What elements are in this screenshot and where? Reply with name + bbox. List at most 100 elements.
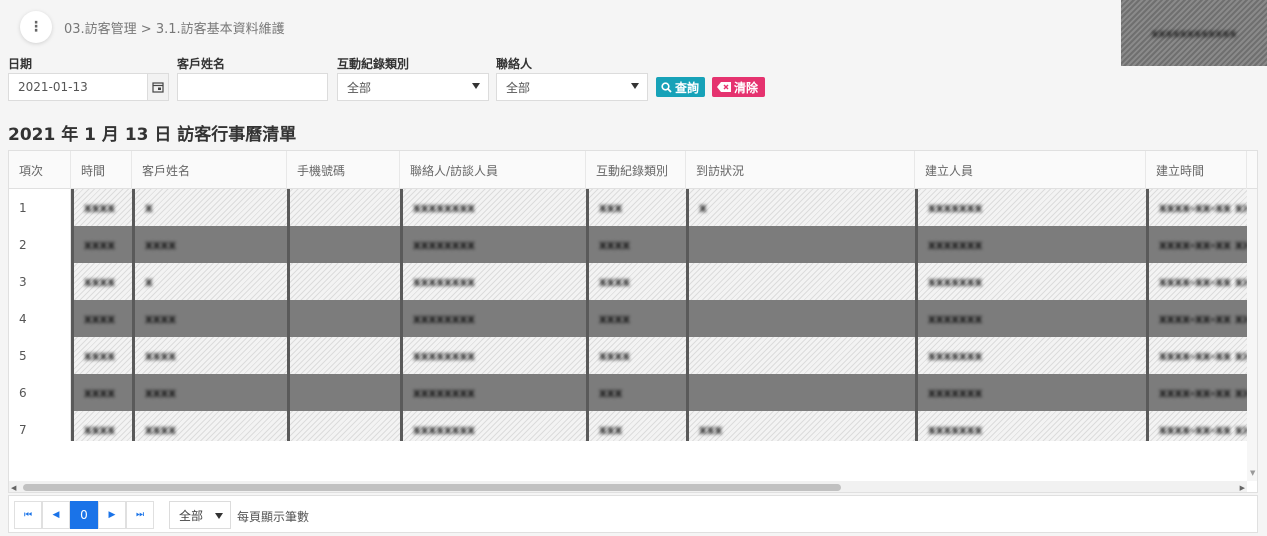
search-icon xyxy=(661,81,672,93)
cell-status: x xyxy=(686,189,915,226)
cell-phone xyxy=(287,263,400,300)
cell-created: xxxx-xx-xx xxx xyxy=(1146,226,1247,263)
cell-name: xxxx xyxy=(132,337,287,374)
col-header-time[interactable]: 時間 xyxy=(71,151,132,189)
cell-contact: xxxxxxxx xyxy=(400,337,586,374)
cell-created-value: xxxx-xx-xx xxx xyxy=(1159,422,1247,437)
scroll-left-icon[interactable]: ◀ xyxy=(11,484,16,492)
cell-status-value: x xyxy=(699,200,707,215)
cell-contact-value: xxxxxxxx xyxy=(413,422,475,437)
first-page-icon[interactable]: ⏮ xyxy=(14,501,42,529)
clear-button[interactable]: 清除 xyxy=(712,77,765,97)
row-index: 4 xyxy=(9,300,71,337)
page-number-current[interactable]: 0 xyxy=(70,501,98,529)
col-header-index[interactable]: 項次 xyxy=(9,151,71,189)
cell-type: xxxx xyxy=(586,226,686,263)
table-row[interactable]: 3xxxxxxxxxxxxxxxxxxxxxxxxxxxx-xx-xx xxx xyxy=(9,263,1247,300)
cell-name-value: xxxx xyxy=(145,348,176,363)
cell-type-value: xxxx xyxy=(599,274,630,289)
horizontal-scroll-thumb[interactable] xyxy=(23,484,841,491)
cell-time-value: xxxx xyxy=(84,311,115,326)
table-row[interactable]: 1xxxxxxxxxxxxxxxxxxxxxxxxxxxx-xx-xx xxx xyxy=(9,189,1247,226)
cell-contact-value: xxxxxxxx xyxy=(413,311,475,326)
search-button[interactable]: 查詢 xyxy=(656,77,705,97)
prev-page-icon[interactable]: ◀ xyxy=(42,501,70,529)
horizontal-scrollbar[interactable]: ◀ ▶ xyxy=(9,481,1247,492)
table-row[interactable]: 6xxxxxxxxxxxxxxxxxxxxxxxxxxxxxx-xx-xx xx… xyxy=(9,374,1247,411)
cell-type-value: xxxx xyxy=(599,237,630,252)
more-vertical-icon[interactable]: ⋮ xyxy=(20,11,52,43)
row-index: 2 xyxy=(9,226,71,263)
vertical-scrollbar[interactable]: ▼ xyxy=(1247,189,1257,481)
cell-type: xxx xyxy=(586,374,686,411)
cell-name-value: x xyxy=(145,200,153,215)
cell-name: x xyxy=(132,263,287,300)
last-page-icon[interactable]: ⏭ xyxy=(126,501,154,529)
date-input[interactable]: 2021-01-13 xyxy=(8,73,148,101)
cell-contact-value: xxxxxxxx xyxy=(413,237,475,252)
page-size-label: 每頁顯示筆數 xyxy=(237,510,310,524)
cell-phone xyxy=(287,189,400,226)
interaction-type-select[interactable]: 全部 xyxy=(337,73,489,101)
col-header-created[interactable]: 建立時間 xyxy=(1146,151,1247,189)
scroll-down-icon[interactable]: ▼ xyxy=(1250,469,1255,477)
cell-name-value: xxxx xyxy=(145,385,176,400)
cell-contact: xxxxxxxx xyxy=(400,300,586,337)
cell-time-value: xxxx xyxy=(84,385,115,400)
row-index: 1 xyxy=(9,189,71,226)
cell-contact-value: xxxxxxxx xyxy=(413,274,475,289)
cell-status xyxy=(686,263,915,300)
user-name: xxxxxxxxxxxx xyxy=(1151,26,1237,40)
backspace-icon xyxy=(717,82,731,92)
scroll-right-icon[interactable]: ▶ xyxy=(1240,484,1245,492)
cell-created: xxxx-xx-xx xxx xyxy=(1146,374,1247,411)
row-index: 3 xyxy=(9,263,71,300)
contact-value: 全部 xyxy=(506,80,531,95)
page-size-value: 全部 xyxy=(179,508,204,523)
col-header-type[interactable]: 互動紀錄類別 xyxy=(586,151,686,189)
cell-created-value: xxxx-xx-xx xxx xyxy=(1159,385,1247,400)
cell-time-value: xxxx xyxy=(84,200,115,215)
cell-time: xxxx xyxy=(71,300,132,337)
customer-name-input[interactable] xyxy=(177,73,328,101)
cell-type-value: xxx xyxy=(599,422,623,437)
cell-name: xxxx xyxy=(132,300,287,337)
visit-calendar-grid: 項次 時間 客戶姓名 手機號碼 聯絡人/訪談人員 互動紀錄類別 到訪狀況 建立人… xyxy=(8,150,1258,493)
col-header-creator[interactable]: 建立人員 xyxy=(915,151,1146,189)
breadcrumb: 03.訪客管理 > 3.1.訪客基本資料維護 xyxy=(64,22,285,37)
calendar-icon[interactable] xyxy=(147,73,169,101)
cell-creator: xxxxxxx xyxy=(915,189,1146,226)
page-size-select[interactable]: 全部 xyxy=(169,501,231,529)
cell-contact: xxxxxxxx xyxy=(400,374,586,411)
user-avatar[interactable]: xxxxxxxxxxxx xyxy=(1121,0,1267,66)
chevron-down-icon xyxy=(215,513,223,519)
cell-time: xxxx xyxy=(71,337,132,374)
cell-time-value: xxxx xyxy=(84,274,115,289)
search-button-label: 查詢 xyxy=(675,80,700,95)
col-header-phone[interactable]: 手機號碼 xyxy=(287,151,400,189)
cell-type-value: xxx xyxy=(599,200,623,215)
contact-label: 聯絡人 xyxy=(496,57,533,71)
cell-creator-value: xxxxxxx xyxy=(928,311,983,326)
cell-status-value: xxx xyxy=(699,422,723,437)
table-row[interactable]: 5 xxxx xxxx xxxxxxxx xxxx xxxxxxx xxxx-xx-xx x… xyxy=(9,337,1247,374)
cell-time: xxxx xyxy=(71,189,132,226)
contact-select[interactable]: 全部 xyxy=(496,73,648,101)
col-header-customer[interactable]: 客戶姓名 xyxy=(132,151,287,189)
table-row[interactable]: 4 xxxx xxxx xxxxxxxx xxxx xxxxxxx xxxx-xx-xx x… xyxy=(9,300,1247,337)
cell-time-value: xxxx xyxy=(84,348,115,363)
next-page-icon[interactable]: ▶ xyxy=(98,501,126,529)
cell-contact-value: xxxxxxxx xyxy=(413,385,475,400)
col-header-contact[interactable]: 聯絡人/訪談人員 xyxy=(400,151,586,189)
cell-creator-value: xxxxxxx xyxy=(928,237,983,252)
table-row[interactable]: 2 xxxx xxxx xxxxxxxx xxxx xxxxxxx xxxx-xx-xx x… xyxy=(9,226,1247,263)
row-index: 6 xyxy=(9,374,71,411)
cell-created-value: xxxx-xx-xx xxx xyxy=(1159,200,1247,215)
cell-created-value: xxxx-xx-xx xxx xyxy=(1159,237,1247,252)
cell-creator: xxxxxxx xyxy=(915,263,1146,300)
cell-contact: xxxxxxxx xyxy=(400,189,586,226)
chevron-down-icon xyxy=(631,83,639,89)
date-label: 日期 xyxy=(8,57,33,71)
cell-creator-value: xxxxxxx xyxy=(928,200,983,215)
col-header-status[interactable]: 到訪狀況 xyxy=(686,151,915,189)
